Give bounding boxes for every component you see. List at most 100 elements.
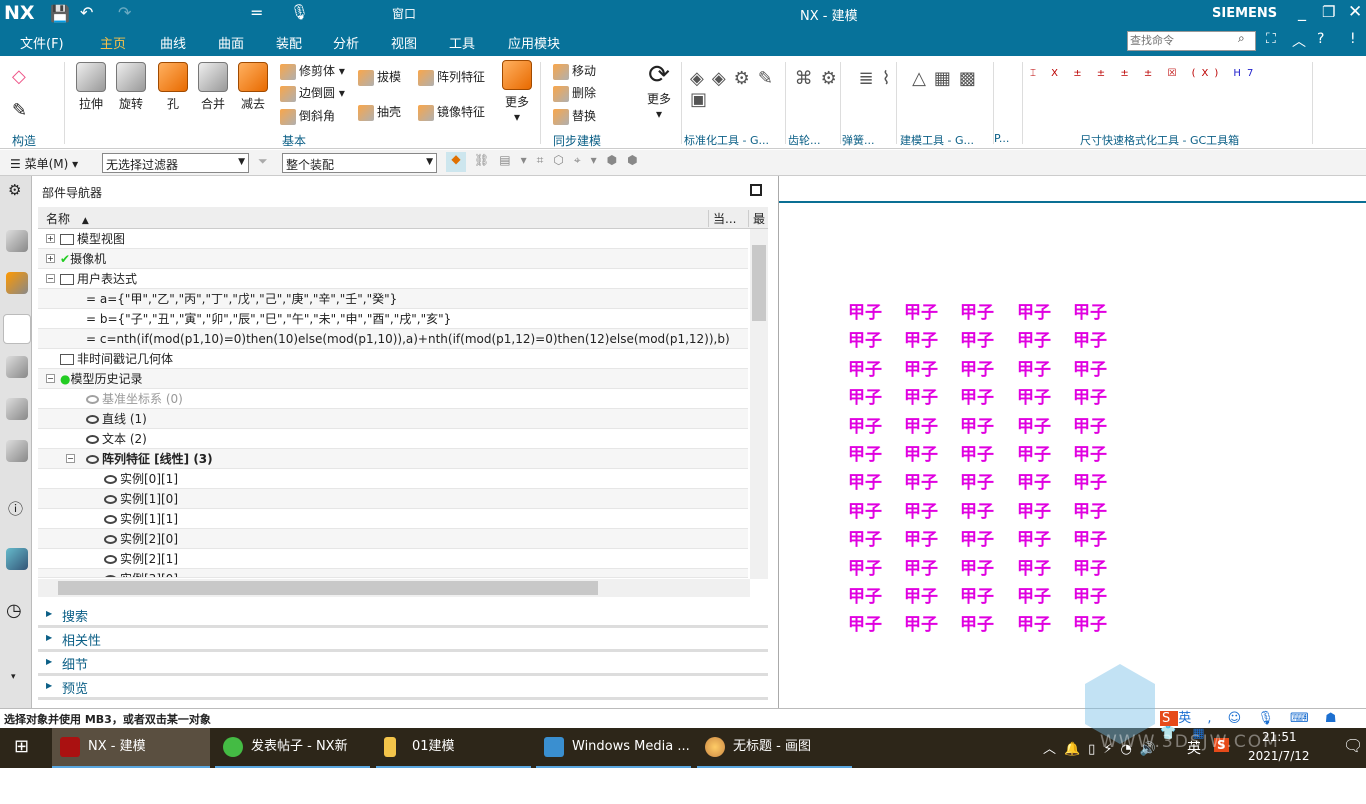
tree-row[interactable]: − 用户表达式 xyxy=(38,269,748,289)
text-instance[interactable]: 甲子 xyxy=(904,468,938,493)
text-instance[interactable]: 甲子 xyxy=(904,497,938,522)
unite-button[interactable]: 合并 xyxy=(198,62,228,112)
more-button[interactable]: 更多 ▾ xyxy=(502,60,532,124)
text-instance[interactable]: 甲子 xyxy=(848,440,882,465)
tree-node[interactable]: 实例[2][1] xyxy=(104,549,178,569)
text-instance[interactable]: 甲子 xyxy=(960,412,994,437)
replace-face-button[interactable]: 替换 xyxy=(553,107,596,125)
text-instance[interactable]: 甲子 xyxy=(960,326,994,351)
selection-tool-icons[interactable]: ⛓▤▾⌗⬡⌖▾⬢⬢ xyxy=(474,153,648,168)
group-modeling-tools[interactable]: 建模工具 - G... xyxy=(900,132,974,148)
assembly-navigator-icon[interactable] xyxy=(6,230,28,252)
edge-blend-button[interactable]: 边倒圆 ▾ xyxy=(280,84,345,102)
menu-button[interactable]: ☰ 菜单(M) ▾ xyxy=(10,155,78,172)
scroll-thumb[interactable] xyxy=(752,245,766,321)
shell-button[interactable]: 抽壳 xyxy=(358,103,401,121)
tab-curve[interactable]: 曲线 xyxy=(160,33,186,52)
selection-filter-dropdown[interactable]: 无选择过滤器 xyxy=(102,153,249,173)
text-instance[interactable]: 甲子 xyxy=(904,440,938,465)
text-instance[interactable]: 甲子 xyxy=(904,355,938,380)
tab-assembly[interactable]: 装配 xyxy=(276,33,302,52)
text-instance[interactable]: 甲子 xyxy=(1073,383,1107,408)
trim-body-button[interactable]: 修剪体 ▾ xyxy=(280,62,345,80)
text-instance[interactable]: 甲子 xyxy=(848,412,882,437)
search-icon[interactable]: ⌕ xyxy=(1238,31,1245,46)
info-icon[interactable]: ⓘ xyxy=(8,498,23,519)
taskbar-item-paint[interactable]: 无标题 - 画图 xyxy=(697,728,852,768)
text-instance[interactable]: 甲子 xyxy=(1017,355,1051,380)
tree-row[interactable]: 实例[0][1] xyxy=(38,469,748,489)
group-dimension-format[interactable]: 尺寸快速格式化工具 - GC工具箱 xyxy=(1080,132,1239,148)
sketch-pencil-button[interactable]: ✎ xyxy=(12,100,27,121)
tree-node[interactable]: 非时间戳记几何体 xyxy=(60,349,173,369)
scroll-thumb[interactable] xyxy=(58,581,598,595)
text-instance[interactable]: 甲子 xyxy=(904,554,938,579)
column-current[interactable]: 当... xyxy=(708,210,736,227)
section-details[interactable]: 细节 xyxy=(38,654,768,676)
text-instance[interactable]: 甲子 xyxy=(904,582,938,607)
text-instance[interactable]: 甲子 xyxy=(1073,440,1107,465)
tree-row[interactable]: = b={"子","丑","寅","卯","辰","巳","午","未","申"… xyxy=(38,309,748,329)
text-instance[interactable]: 甲子 xyxy=(904,412,938,437)
window-menu[interactable]: 窗口 xyxy=(392,5,416,22)
tree-row[interactable]: 实例[3][0] xyxy=(38,569,748,578)
text-instance[interactable]: 甲子 xyxy=(848,355,882,380)
text-instance[interactable]: 甲子 xyxy=(848,525,882,550)
tree-node[interactable]: 文本 (2) xyxy=(86,429,147,449)
text-instance[interactable]: 甲子 xyxy=(848,468,882,493)
tree-row[interactable]: 实例[2][0] xyxy=(38,529,748,549)
text-instance[interactable]: 甲子 xyxy=(960,383,994,408)
minimize-button[interactable]: _ xyxy=(1298,2,1306,21)
text-instance[interactable]: 甲子 xyxy=(1073,554,1107,579)
save-icon[interactable]: 💾 xyxy=(50,4,70,23)
tab-file[interactable]: 文件(F) xyxy=(20,33,64,52)
close-button[interactable]: ✕ xyxy=(1348,2,1362,22)
text-instance[interactable]: 甲子 xyxy=(1073,582,1107,607)
text-instance[interactable]: 甲子 xyxy=(848,383,882,408)
text-instance[interactable]: 甲子 xyxy=(1017,440,1051,465)
tree-row[interactable]: = a={"甲","乙","丙","丁","戊","己","庚","辛","壬"… xyxy=(38,289,748,309)
text-instance[interactable]: 甲子 xyxy=(848,298,882,323)
history-clock-icon[interactable]: ◷ xyxy=(6,600,22,621)
text-instance[interactable]: 甲子 xyxy=(1017,383,1051,408)
text-instance[interactable]: 甲子 xyxy=(904,525,938,550)
tree-node[interactable]: 实例[1][1] xyxy=(104,509,178,529)
text-instance[interactable]: 甲子 xyxy=(960,355,994,380)
text-instance[interactable]: 甲子 xyxy=(1017,582,1051,607)
text-instance[interactable]: 甲子 xyxy=(960,298,994,323)
extrude-button[interactable]: 拉伸 xyxy=(76,62,106,112)
hole-button[interactable]: 孔 xyxy=(158,62,188,112)
text-instance[interactable]: 甲子 xyxy=(904,383,938,408)
column-name[interactable]: 名称 ▲ xyxy=(46,210,89,227)
text-instance[interactable]: 甲子 xyxy=(848,326,882,351)
command-search-input[interactable] xyxy=(1127,31,1256,51)
tree-row[interactable]: 直线 (1) xyxy=(38,409,748,429)
tree-row[interactable]: = c=nth(if(mod(p1,10)=0)then(10)else(mod… xyxy=(38,329,748,349)
globe-icon[interactable] xyxy=(6,548,28,570)
text-instance[interactable]: 甲子 xyxy=(960,468,994,493)
tree-node[interactable]: 模型视图 xyxy=(60,229,125,249)
tree-node[interactable]: = c=nth(if(mod(p1,10)=0)then(10)else(mod… xyxy=(86,329,730,349)
tree-node[interactable]: 直线 (1) xyxy=(86,409,147,429)
tree-row[interactable]: − ●模型历史记录 xyxy=(38,369,748,389)
tree-node[interactable]: 实例[3][0] xyxy=(104,569,178,577)
text-instance[interactable]: 甲子 xyxy=(1073,525,1107,550)
tree-row[interactable]: + 模型视图 xyxy=(38,229,748,249)
text-instance[interactable]: 甲子 xyxy=(960,582,994,607)
tab-view[interactable]: 视图 xyxy=(391,33,417,52)
tree-node[interactable]: = b={"子","丑","寅","卯","辰","巳","午","未","申"… xyxy=(86,309,451,329)
equals-icon[interactable]: = xyxy=(250,3,263,22)
taskbar-item-nx[interactable]: NX - 建模 xyxy=(52,728,210,768)
collapse-icon[interactable]: − xyxy=(46,274,55,283)
collapse-ribbon-icon[interactable]: ︿ xyxy=(1292,31,1306,51)
settings-icon[interactable]: ⚙ xyxy=(8,181,21,199)
text-instance[interactable]: 甲子 xyxy=(1073,610,1107,635)
group-sync-modeling[interactable]: 同步建模 xyxy=(553,132,601,149)
tree-node[interactable]: 用户表达式 xyxy=(60,269,137,289)
more-sync-button[interactable]: ⟳ 更多 ▾ xyxy=(644,60,674,121)
pattern-feature-button[interactable]: 阵列特征 xyxy=(418,68,485,86)
tree-node[interactable]: ✔摄像机 xyxy=(60,249,106,269)
taskbar-item-browser[interactable]: 发表帖子 - NX新手... xyxy=(215,728,370,792)
group-standard-tools[interactable]: 标准化工具 - G... xyxy=(684,132,769,148)
horizontal-scrollbar[interactable] xyxy=(38,579,750,597)
